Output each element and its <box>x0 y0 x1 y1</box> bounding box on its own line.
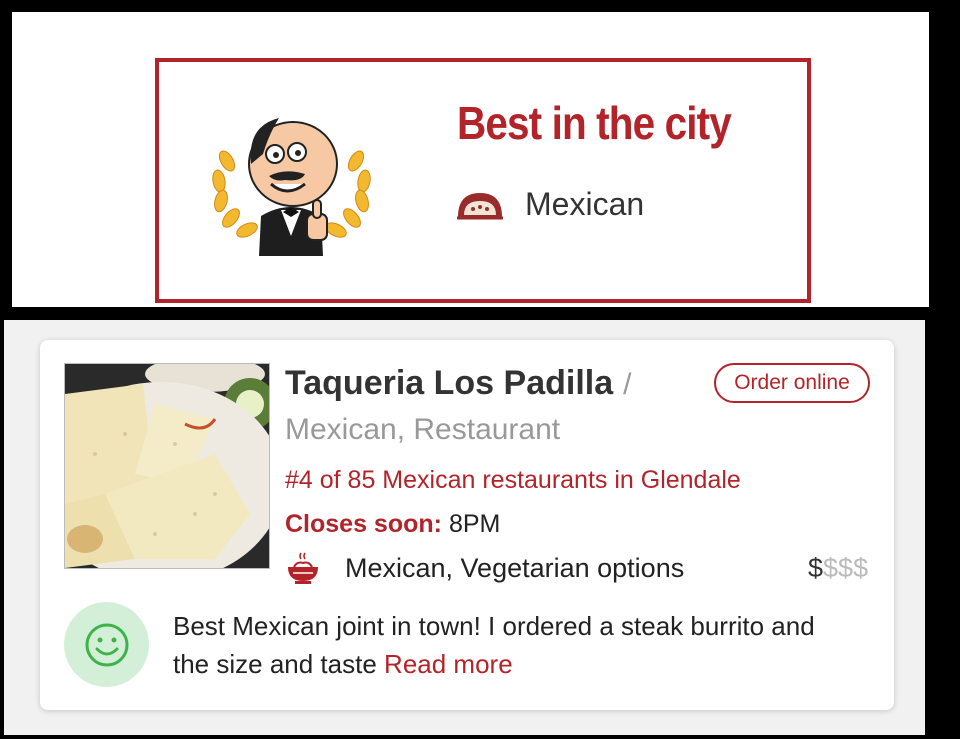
restaurant-name[interactable]: Taqueria Los Padilla <box>285 364 613 403</box>
read-more-link[interactable]: Read more <box>384 649 513 679</box>
taco-icon <box>457 192 503 219</box>
listing-panel: Taqueria Los Padilla / Order online Mexi… <box>4 320 925 735</box>
food-photo[interactable] <box>64 363 270 569</box>
opening-hours: Closes soon: 8PM <box>285 510 500 539</box>
price-active: $ <box>808 553 824 583</box>
smiley-icon <box>64 602 149 687</box>
restaurant-card[interactable]: Taqueria Los Padilla / Order online Mexi… <box>40 340 894 710</box>
closing-time: 8PM <box>448 510 501 538</box>
award-cuisine: Mexican <box>455 186 644 223</box>
dish-icon <box>288 552 318 584</box>
price-level: $$$$ <box>808 553 868 584</box>
cuisine-tags: Mexican, Vegetarian options <box>345 552 685 583</box>
cuisine-info: Mexican, Vegetarian options <box>285 551 684 585</box>
award-frame: Best in the city Mexican <box>155 58 811 303</box>
award-cuisine-label: Mexican <box>525 186 645 222</box>
award-panel: Best in the city Mexican <box>12 12 929 307</box>
chef-laurel-emblem <box>212 118 371 256</box>
award-title: Best in the city <box>457 97 732 149</box>
name-separator: / <box>623 368 632 401</box>
restaurant-categories: Mexican, Restaurant <box>285 413 561 446</box>
order-online-button[interactable]: Order online <box>714 363 870 403</box>
review-snippet: Best Mexican joint in town! I ordered a … <box>173 607 853 683</box>
restaurant-name-row: Taqueria Los Padilla / <box>285 364 631 403</box>
closes-soon-label: Closes soon: <box>285 510 442 538</box>
restaurant-ranking[interactable]: #4 of 85 Mexican restaurants in Glendale <box>285 466 741 495</box>
price-inactive: $$$ <box>823 553 869 583</box>
